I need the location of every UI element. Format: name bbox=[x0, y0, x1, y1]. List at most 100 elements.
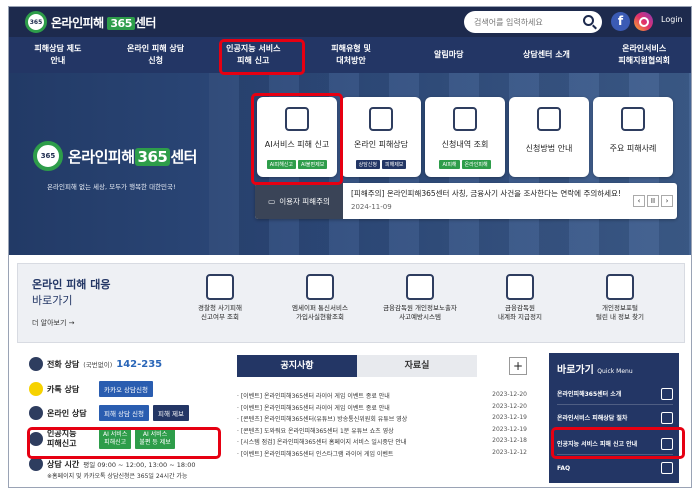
qm-consult-procedure[interactable]: 온라인서비스 피해상담 절차 bbox=[557, 407, 673, 429]
instagram-icon[interactable] bbox=[634, 12, 653, 31]
nav-center-intro[interactable]: 상담센터 소개 bbox=[498, 37, 596, 73]
ai-report-row: 인공지능 피해신고 AI 서비스 피해신고 AI 서비스 불편 등 제보 bbox=[29, 429, 219, 449]
news-title: · [콘텐츠] 온라인피해365센터(유튜브) 방송통신위원회 유튜브 영상 bbox=[237, 416, 408, 423]
news-title: · [시스템 점검] 온라인피해365센터 홈페이지 서비스 일시중단 안내 bbox=[237, 439, 407, 446]
hours-note: ※홈페이지 및 카카오톡 상담신청은 365일 24시간 가능 bbox=[47, 473, 188, 480]
ai-head-icon bbox=[285, 107, 309, 131]
card-history-lookup[interactable]: 신청내역 조회 AI피해 온라인피해 bbox=[425, 97, 505, 177]
quick-fss-account-stop[interactable]: 금융감독원 내계좌 지급정지 bbox=[474, 274, 566, 322]
tag-consult-apply[interactable]: 상담신청 bbox=[355, 160, 380, 169]
quick-privacy-portal[interactable]: 개인정보포털 털린 내 정보 찾기 bbox=[574, 274, 666, 322]
phone-title: 전화 상담 bbox=[47, 359, 80, 369]
card-label: 신청방법 안내 bbox=[525, 144, 573, 153]
quick-label: 개인정보포털 털린 내 정보 찾기 bbox=[595, 304, 645, 321]
hero-logo-365: 365 bbox=[134, 147, 171, 166]
logo-badge: 365 bbox=[25, 11, 47, 33]
quick-police-fraud[interactable]: 경찰청 사기피해 신고여부 조회 bbox=[174, 274, 266, 322]
damage-report-button[interactable]: 피해 제보 bbox=[153, 405, 190, 421]
tag-damage-report[interactable]: 피해제보 bbox=[382, 160, 407, 169]
card-ai-damage-report[interactable]: AI서비스 피해 신고 AI피해신고 AI불편제보 bbox=[257, 97, 337, 177]
phone-number: 142-235 bbox=[116, 358, 163, 370]
bank-card-icon bbox=[506, 274, 534, 300]
monitor-icon bbox=[29, 406, 43, 420]
page-frame: 365 온라인피해 365센터 f Login 피해상담 제도 안내 온라인 피… bbox=[8, 6, 692, 488]
band-more-link[interactable]: 더 알아보기 → bbox=[32, 318, 75, 328]
news-date: 2023-12-19 bbox=[492, 414, 527, 421]
news-title: · [이벤트] 온라인피해365센터 인스타그램 라이어 게임 이벤트 bbox=[237, 450, 394, 458]
hero-logo: 365 온라인피해 365 센터 bbox=[33, 141, 197, 171]
card-apply-guide[interactable]: 신청방법 안내 bbox=[509, 97, 589, 177]
hero-logo-badge: 365 bbox=[33, 141, 63, 171]
consult-apply-button[interactable]: 피해 상담 신청 bbox=[99, 405, 150, 421]
card-online-consult[interactable]: 온라인 피해상담 상담신청 피해제보 bbox=[341, 97, 421, 177]
document-warning-icon bbox=[621, 107, 645, 131]
monitor-chat-icon bbox=[369, 107, 393, 131]
qm-ai-report-guide[interactable]: 인공지능 서비스 피해 신고 안내 bbox=[557, 433, 673, 455]
qm-label: 인공지능 서비스 피해 신고 안내 bbox=[557, 441, 638, 448]
nav-online-consult-apply[interactable]: 온라인 피해 상담 신청 bbox=[107, 37, 205, 73]
qm-faq[interactable]: FAQ bbox=[557, 457, 673, 479]
quick-label: 경찰청 사기피해 신고여부 조회 bbox=[198, 304, 242, 321]
hero-logo-text: 온라인피해 bbox=[68, 147, 135, 166]
ai-damage-report-button[interactable]: AI 서비스 피해신고 bbox=[99, 429, 132, 449]
news-date: 2023-12-20 bbox=[492, 402, 527, 410]
quick-menu: 바로가기 Quick Menu 온라인피해365센터 소개 온라인서비스 피해상… bbox=[549, 353, 679, 483]
nav-notices[interactable]: 알림마당 bbox=[400, 37, 498, 73]
ticker-next-button[interactable]: › bbox=[661, 195, 673, 207]
quick-label: 엠세이퍼 통신서비스 가입사실현황조회 bbox=[292, 304, 348, 321]
news-item[interactable]: · [이벤트] 온라인피해365센터 라이어 게임 이벤트 종료 안내 2023-… bbox=[237, 391, 527, 403]
search-icon[interactable] bbox=[583, 15, 594, 26]
notice-text[interactable]: [피해주의] 온라인피해365센터 사칭, 금융사기 사건을 조사한다는 연락에… bbox=[351, 188, 621, 199]
news-item[interactable]: · [콘텐츠] 온라인피해365센터(유튜브) 방송통신위원회 유튜브 영상 20… bbox=[237, 414, 527, 426]
quick-msafer[interactable]: 엠세이퍼 통신서비스 가입사실현황조회 bbox=[274, 274, 366, 322]
ticker-prev-button[interactable]: ‹ bbox=[633, 195, 645, 207]
nav-damage-types[interactable]: 피해유형 및 대처방안 bbox=[302, 37, 400, 73]
tag-online-damage[interactable]: 온라인피해 bbox=[461, 160, 491, 169]
notice-ticker[interactable]: ▭ 이용자 피해주의 [피해주의] 온라인피해365센터 사칭, 금융사기 사건… bbox=[255, 183, 677, 219]
checklist-monitor-icon bbox=[453, 107, 477, 131]
logo-365: 365 bbox=[107, 16, 135, 30]
headset-icon bbox=[661, 411, 673, 424]
tag-ai-complaint[interactable]: AI불편제보 bbox=[298, 160, 328, 169]
ai-icon bbox=[29, 432, 43, 446]
top-bar: 365 온라인피해 365센터 f Login bbox=[9, 7, 691, 37]
qm-center-intro[interactable]: 온라인피해365센터 소개 bbox=[557, 383, 673, 405]
news-item[interactable]: · [시스템 점검] 온라인피해365센터 홈페이지 서비스 일시중단 안내 20… bbox=[237, 437, 527, 449]
news-item[interactable]: · [이벤트] 온라인피해365센터 라이어 게임 이벤트 종료 안내 2023-… bbox=[237, 403, 527, 415]
kakao-title: 카톡 상담 bbox=[47, 384, 80, 394]
kakao-consult-button[interactable]: 카카오 상담신청 bbox=[99, 381, 153, 397]
search-input[interactable] bbox=[474, 17, 574, 27]
qm-label: 온라인피해365센터 소개 bbox=[557, 391, 622, 398]
hours-title: 상담 시간 bbox=[47, 459, 80, 469]
logo-suffix: 센터 bbox=[134, 15, 157, 30]
facebook-icon[interactable]: f bbox=[611, 12, 630, 31]
more-plus-button[interactable]: + bbox=[509, 357, 527, 375]
network-icon bbox=[606, 274, 634, 300]
news-date: 2023-12-18 bbox=[492, 437, 527, 444]
nav-ai-damage-report[interactable]: 인공지능 서비스 피해 신고 bbox=[204, 37, 302, 73]
tab-archive[interactable]: 자료실 bbox=[357, 355, 477, 377]
quick-fss-exposure[interactable]: 금융감독원 개인정보노출자 사고예방시스템 bbox=[374, 274, 466, 322]
news-item[interactable]: · [이벤트] 온라인피해365센터 인스타그램 라이어 게임 이벤트 2023-… bbox=[237, 449, 527, 461]
notice-date: 2024-11-09 bbox=[351, 203, 392, 211]
news-item[interactable]: · [콘텐츠] 도와줘요 온라인피해365센터 1분 유튜브 쇼츠 영상 2023… bbox=[237, 426, 527, 438]
nav-council[interactable]: 온라인서비스 피해지원협의회 bbox=[595, 37, 691, 73]
news-date: 2023-12-19 bbox=[492, 425, 527, 433]
nav-damage-consult-guide[interactable]: 피해상담 제도 안내 bbox=[9, 37, 107, 73]
ticker-pause-button[interactable]: II bbox=[647, 195, 659, 207]
tab-notices[interactable]: 공지사항 bbox=[237, 355, 357, 377]
quick-label: 금융감독원 개인정보노출자 사고예방시스템 bbox=[383, 304, 457, 321]
tag-ai-report[interactable]: AI피해신고 bbox=[266, 160, 296, 169]
tag-ai-damage[interactable]: AI피해 bbox=[439, 160, 460, 169]
hero-tagline: 온라인피해 없는 세상, 모두가 행복한 대한민국! bbox=[47, 183, 176, 191]
qm-label: FAQ bbox=[557, 464, 571, 472]
card-major-cases[interactable]: 주요 피해사례 bbox=[593, 97, 673, 177]
site-logo[interactable]: 365 온라인피해 365 센터 bbox=[25, 11, 156, 33]
notice-label: 이용자 피해주의 bbox=[279, 196, 330, 206]
ai-complaint-button[interactable]: AI 서비스 불편 등 제보 bbox=[135, 429, 175, 449]
hours-row: 상담 시간 평일 09:00 ~ 12:00, 13:00 ~ 18:00 bbox=[29, 457, 219, 471]
login-link[interactable]: Login bbox=[661, 15, 683, 24]
search-box bbox=[464, 11, 602, 33]
news-title: · [이벤트] 온라인피해365센터 라이어 게임 이벤트 종료 안내 bbox=[237, 404, 390, 412]
phone-note: (국번없이) bbox=[83, 361, 113, 369]
